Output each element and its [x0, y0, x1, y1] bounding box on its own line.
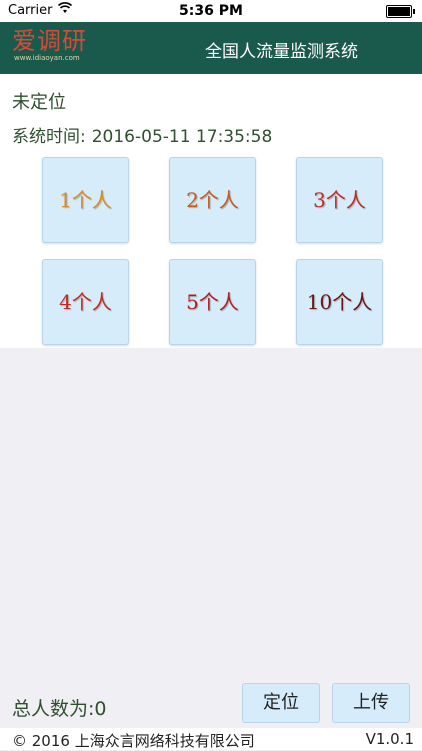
system-time-label: 系统时间: — [12, 127, 86, 147]
people-button-10[interactable]: 10个人 — [296, 259, 383, 345]
clock: 5:36 PM — [179, 3, 243, 19]
people-button-3[interactable]: 3个人 — [296, 157, 383, 243]
bottom-bar: 总人数为:0 定位 上传 — [0, 680, 422, 728]
logo-brand: 爱调研 — [12, 27, 87, 55]
people-button-2[interactable]: 2个人 — [169, 157, 256, 243]
status-bar: Carrier 5:36 PM — [0, 0, 422, 22]
total-count: 总人数为:0 — [12, 698, 107, 720]
logo-url: www.idiaoyan.com — [14, 54, 80, 62]
people-button-1[interactable]: 1个人 — [42, 157, 129, 243]
version-label: V1.0.1 — [365, 730, 414, 748]
copyright: © 2016 上海众言网络科技有限公司 — [12, 732, 255, 750]
system-time-value: 2016-05-11 17:35:58 — [91, 127, 273, 147]
people-button-4[interactable]: 4个人 — [42, 259, 129, 345]
navigation-bar: 爱调研 www.idiaoyan.com 全国人流量监测系统 — [0, 22, 422, 74]
page-title: 全国人流量监测系统 — [205, 42, 358, 62]
people-button-5[interactable]: 5个人 — [169, 259, 256, 345]
app-logo: 爱调研 www.idiaoyan.com — [12, 28, 87, 63]
system-time: 系统时间: 2016-05-11 17:35:58 — [12, 122, 278, 147]
location-status: 未定位 — [12, 92, 66, 113]
footer: © 2016 上海众言网络科技有限公司 V1.0.1 — [0, 728, 422, 750]
upload-button[interactable]: 上传 — [332, 683, 410, 723]
locate-button[interactable]: 定位 — [242, 683, 320, 723]
battery-icon — [386, 5, 415, 18]
